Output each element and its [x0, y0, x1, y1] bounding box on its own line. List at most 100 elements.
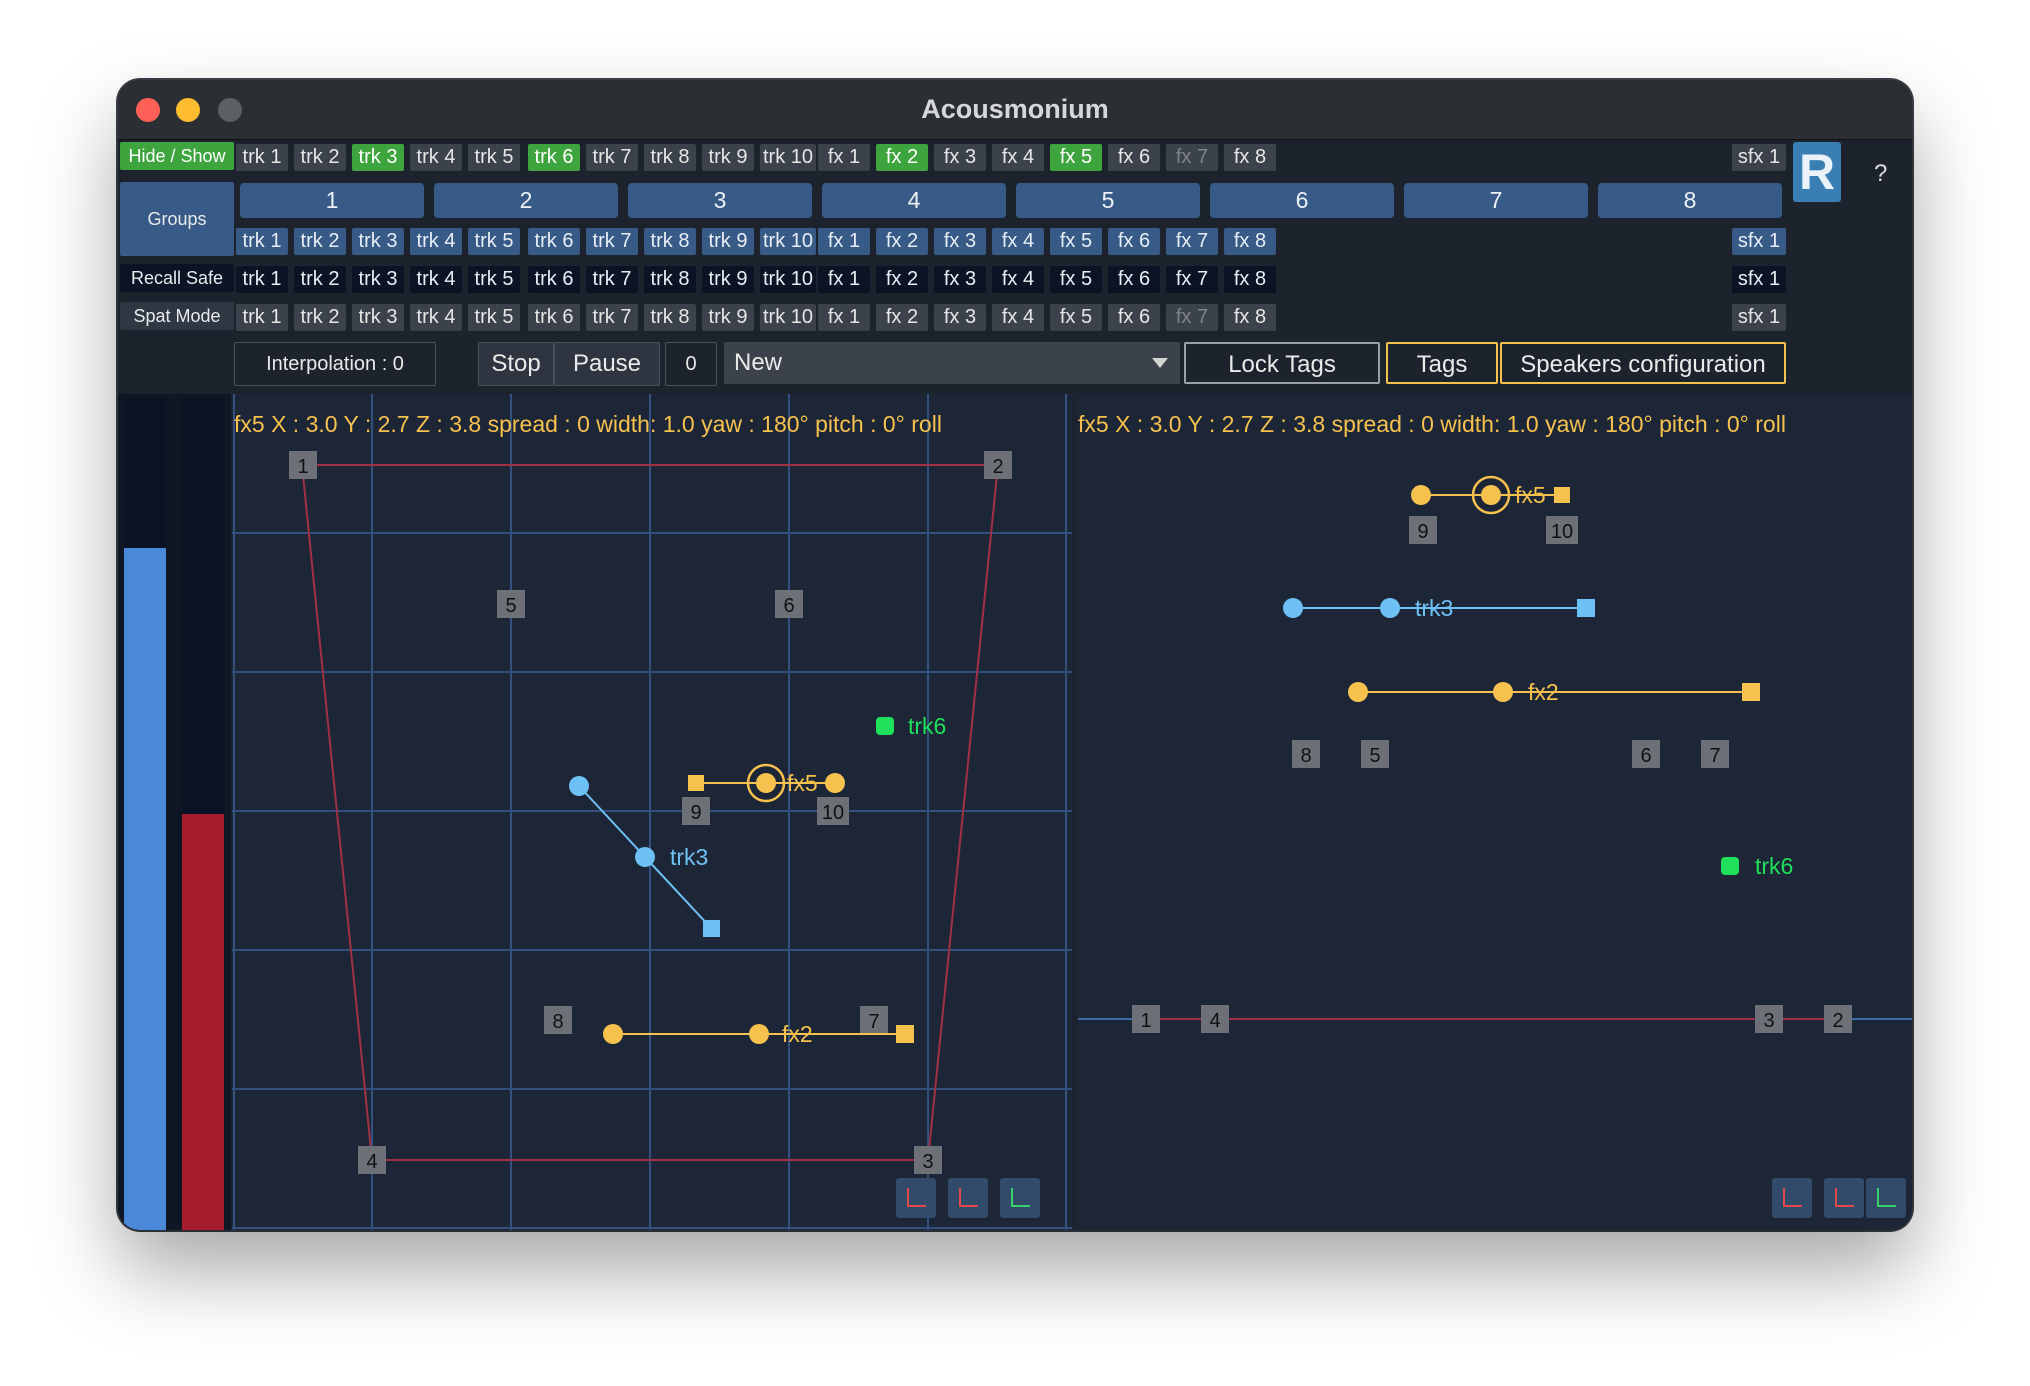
hide-show-toggle[interactable]: fx 3	[934, 144, 986, 171]
hide-show-toggle[interactable]: sfx 1	[1732, 144, 1786, 171]
side-view-panel[interactable]: fx5 X : 3.0 Y : 2.7 Z : 3.8 spread : 0 w…	[1078, 394, 1912, 1230]
speaker-8[interactable]: 8	[544, 1006, 572, 1034]
group-assign-button[interactable]: trk 4	[410, 228, 462, 255]
axis-icon[interactable]	[1772, 1178, 1812, 1218]
speaker-2[interactable]: 2	[1824, 1005, 1852, 1033]
spat-mode-toggle[interactable]: trk 5	[468, 304, 520, 331]
spat-mode-toggle[interactable]: trk 9	[702, 304, 754, 331]
hide-show-toggle[interactable]: fx 4	[992, 144, 1044, 171]
group-number-button[interactable]: 6	[1210, 183, 1394, 218]
group-assign-button[interactable]: trk 3	[352, 228, 404, 255]
speaker-10[interactable]: 10	[817, 797, 849, 825]
source-trk6[interactable]: trk6	[1721, 853, 1793, 879]
preset-dropdown[interactable]: New	[724, 342, 1180, 384]
source-trk6[interactable]: trk6	[876, 713, 946, 739]
speaker-10[interactable]: 10	[1546, 516, 1578, 544]
group-assign-button[interactable]: fx 3	[934, 228, 986, 255]
group-assign-button[interactable]: fx 2	[876, 228, 928, 255]
hide-show-toggle[interactable]: fx 7	[1166, 144, 1218, 171]
spat-mode-toggle[interactable]: fx 3	[934, 304, 986, 331]
speaker-9[interactable]: 9	[682, 797, 710, 825]
source-fx5[interactable]: fx5	[1411, 475, 1570, 515]
recall-safe-toggle[interactable]: trk 10	[760, 266, 816, 293]
recall-safe-toggle[interactable]: trk 3	[352, 266, 404, 293]
speaker-6[interactable]: 6	[775, 590, 803, 618]
spat-mode-toggle[interactable]: fx 7	[1166, 304, 1218, 331]
hide-show-toggle[interactable]: trk 4	[410, 144, 462, 171]
hide-show-toggle[interactable]: fx 1	[818, 144, 870, 171]
recall-safe-toggle[interactable]: fx 1	[818, 266, 870, 293]
spat-mode-toggle[interactable]: trk 1	[236, 304, 288, 331]
hide-show-toggle[interactable]: trk 6	[528, 144, 580, 171]
speaker-3[interactable]: 3	[1755, 1005, 1783, 1033]
group-assign-button[interactable]: trk 8	[644, 228, 696, 255]
group-assign-button[interactable]: trk 7	[586, 228, 638, 255]
spat-mode-toggle[interactable]: fx 1	[818, 304, 870, 331]
hide-show-toggle[interactable]: fx 5	[1050, 144, 1102, 171]
hide-show-toggle[interactable]: trk 5	[468, 144, 520, 171]
pause-button[interactable]: Pause	[554, 342, 660, 386]
recall-safe-toggle[interactable]: trk 6	[528, 266, 580, 293]
counter-field[interactable]: 0	[665, 342, 717, 386]
recall-safe-toggle[interactable]: trk 4	[410, 266, 462, 293]
group-number-button[interactable]: 3	[628, 183, 812, 218]
group-number-button[interactable]: 8	[1598, 183, 1782, 218]
r-button[interactable]: R	[1793, 142, 1841, 202]
recall-safe-toggle[interactable]: fx 8	[1224, 266, 1276, 293]
recall-safe-toggle[interactable]: trk 7	[586, 266, 638, 293]
source-fx5[interactable]: fx5	[688, 763, 845, 803]
hide-show-toggle[interactable]: trk 2	[294, 144, 346, 171]
group-number-button[interactable]: 7	[1404, 183, 1588, 218]
recall-safe-toggle[interactable]: fx 7	[1166, 266, 1218, 293]
lock-tags-button[interactable]: Lock Tags	[1184, 342, 1380, 384]
group-assign-button[interactable]: fx 1	[818, 228, 870, 255]
speaker-1[interactable]: 1	[1132, 1005, 1160, 1033]
spat-mode-toggle[interactable]: sfx 1	[1732, 304, 1786, 331]
group-assign-button[interactable]: trk 2	[294, 228, 346, 255]
spat-mode-toggle[interactable]: trk 10	[760, 304, 816, 331]
speaker-4[interactable]: 4	[1201, 1005, 1229, 1033]
help-button[interactable]: ?	[1874, 160, 1887, 188]
recall-safe-toggle[interactable]: sfx 1	[1732, 266, 1786, 293]
source-fx2[interactable]: fx2	[1348, 679, 1760, 705]
group-assign-button[interactable]: fx 6	[1108, 228, 1160, 255]
speakers-configuration-button[interactable]: Speakers configuration	[1500, 342, 1786, 384]
hide-show-toggle[interactable]: fx 6	[1108, 144, 1160, 171]
top-view-panel[interactable]: fx5 X : 3.0 Y : 2.7 Z : 3.8 spread : 0 w…	[232, 394, 1072, 1230]
speaker-5[interactable]: 5	[497, 590, 525, 618]
speaker-7[interactable]: 7	[1701, 740, 1729, 768]
hide-show-toggle[interactable]: trk 1	[236, 144, 288, 171]
spat-mode-toggle[interactable]: fx 5	[1050, 304, 1102, 331]
spat-mode-toggle[interactable]: fx 2	[876, 304, 928, 331]
spat-mode-toggle[interactable]: trk 3	[352, 304, 404, 331]
spat-mode-toggle[interactable]: trk 4	[410, 304, 462, 331]
group-assign-button[interactable]: trk 5	[468, 228, 520, 255]
speaker-5[interactable]: 5	[1361, 740, 1389, 768]
group-number-button[interactable]: 4	[822, 183, 1006, 218]
recall-safe-toggle[interactable]: fx 5	[1050, 266, 1102, 293]
spat-mode-toggle[interactable]: trk 8	[644, 304, 696, 331]
hide-show-toggle[interactable]: trk 8	[644, 144, 696, 171]
hide-show-toggle[interactable]: fx 8	[1224, 144, 1276, 171]
axis-icon[interactable]	[896, 1178, 936, 1218]
stop-button[interactable]: Stop	[478, 342, 554, 386]
recall-safe-toggle[interactable]: fx 2	[876, 266, 928, 293]
speaker-7[interactable]: 7	[860, 1006, 888, 1034]
recall-safe-toggle[interactable]: trk 9	[702, 266, 754, 293]
recall-safe-toggle[interactable]: fx 3	[934, 266, 986, 293]
group-assign-button[interactable]: trk 6	[528, 228, 580, 255]
recall-safe-toggle[interactable]: fx 6	[1108, 266, 1160, 293]
axis-icon[interactable]	[1866, 1178, 1906, 1218]
spat-mode-toggle[interactable]: trk 7	[586, 304, 638, 331]
source-trk3[interactable]: trk3	[1283, 595, 1595, 621]
hide-show-toggle[interactable]: trk 7	[586, 144, 638, 171]
group-assign-button[interactable]: trk 10	[760, 228, 816, 255]
spat-mode-toggle[interactable]: fx 8	[1224, 304, 1276, 331]
speaker-3[interactable]: 3	[914, 1146, 942, 1174]
speaker-1[interactable]: 1	[289, 451, 317, 479]
recall-safe-toggle[interactable]: trk 5	[468, 266, 520, 293]
spat-mode-toggle[interactable]: fx 4	[992, 304, 1044, 331]
spat-mode-toggle[interactable]: fx 6	[1108, 304, 1160, 331]
group-assign-button[interactable]: trk 9	[702, 228, 754, 255]
hide-show-toggle[interactable]: trk 9	[702, 144, 754, 171]
